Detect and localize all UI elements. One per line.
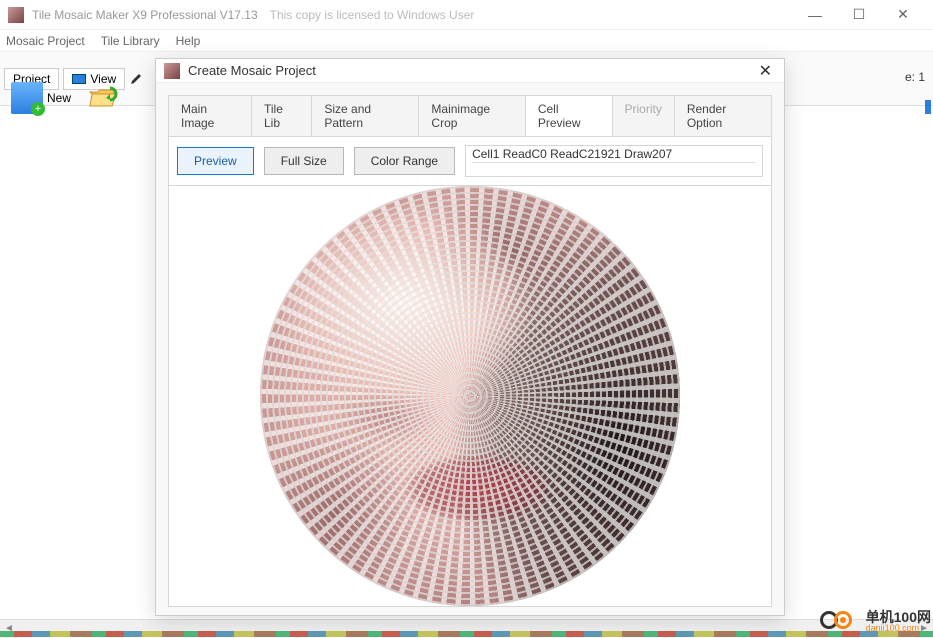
maximize-button[interactable]: ☐ <box>837 1 881 29</box>
close-button[interactable]: ✕ <box>881 1 925 29</box>
tab-priority: Priority <box>613 96 675 136</box>
preview-canvas <box>168 186 772 607</box>
preview-status: Cell1 ReadC0 ReadC21921 Draw207 <box>465 145 763 177</box>
folder-open-icon <box>87 82 119 114</box>
preview-controls: Preview Full Size Color Range Cell1 Read… <box>168 136 772 186</box>
menu-help[interactable]: Help <box>176 34 201 48</box>
tab-main-image[interactable]: Main Image <box>169 96 252 136</box>
dialog-title: Create Mosaic Project <box>188 63 316 78</box>
tab-render-option[interactable]: Render Option <box>675 96 771 136</box>
dialog-icon <box>164 63 180 79</box>
menu-tile-library[interactable]: Tile Library <box>101 34 160 48</box>
dialog-close-button[interactable]: ✕ <box>755 61 776 81</box>
mosaic-preview <box>260 186 680 606</box>
tab-mainimage-crop[interactable]: Mainimage Crop <box>419 96 525 136</box>
main-titlebar: Tile Mosaic Maker X9 Professional V17.13… <box>0 0 933 30</box>
toolbar-status: e: 1 <box>905 70 925 84</box>
dialog-titlebar[interactable]: Create Mosaic Project ✕ <box>156 59 784 83</box>
color-range-button[interactable]: Color Range <box>354 147 455 175</box>
tab-cell-preview[interactable]: Cell Preview <box>526 96 613 136</box>
mosaic-image <box>260 186 680 606</box>
new-project-button[interactable]: New <box>4 76 78 120</box>
dialog-tabs: Main Image Tile Lib Size and Pattern Mai… <box>168 95 772 136</box>
license-text: This copy is licensed to Windows User <box>270 8 475 22</box>
pencil-icon[interactable] <box>129 72 143 86</box>
tab-tile-lib[interactable]: Tile Lib <box>252 96 312 136</box>
thumbnail-strip <box>0 631 933 637</box>
new-project-label: New <box>47 91 71 105</box>
minimize-button[interactable]: — <box>793 1 837 29</box>
full-size-button[interactable]: Full Size <box>264 147 344 175</box>
app-icon <box>8 7 24 23</box>
new-project-icon <box>11 82 43 114</box>
open-project-button[interactable] <box>80 76 126 120</box>
preview-button[interactable]: Preview <box>177 147 254 175</box>
menu-mosaic-project[interactable]: Mosaic Project <box>6 34 85 48</box>
tab-size-pattern[interactable]: Size and Pattern <box>312 96 419 136</box>
menubar: Mosaic Project Tile Library Help <box>0 30 933 52</box>
create-mosaic-dialog: Create Mosaic Project ✕ Main Image Tile … <box>155 58 785 616</box>
watermark-cn: 单机100网 <box>866 610 931 624</box>
panel-marker <box>925 100 931 114</box>
window-title: Tile Mosaic Maker X9 Professional V17.13 <box>32 8 258 22</box>
